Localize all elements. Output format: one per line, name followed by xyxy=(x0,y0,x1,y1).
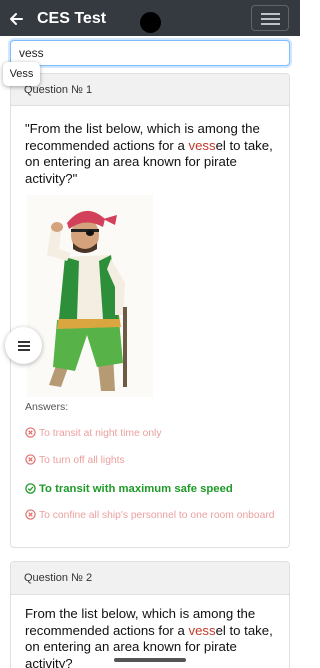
back-button[interactable] xyxy=(6,9,26,29)
autocomplete-suggestion[interactable]: Vess xyxy=(3,62,40,86)
menu-button[interactable] xyxy=(251,5,289,31)
search-highlight: vess xyxy=(188,622,216,638)
check-circle-icon xyxy=(25,483,36,494)
x-circle-icon xyxy=(25,427,36,438)
search-input[interactable] xyxy=(10,40,290,66)
answers-label: Answers: xyxy=(25,401,69,413)
question-card: Question № 1 "From the list below, which… xyxy=(10,73,290,548)
question-list-button[interactable] xyxy=(5,327,42,364)
app-title: CES Test xyxy=(37,10,107,27)
x-circle-icon xyxy=(25,454,36,465)
question-card: Question № 2 From the list below, which … xyxy=(10,561,290,668)
question-text: "From the list below, which is among the… xyxy=(25,121,273,186)
answer-option[interactable]: To transit at night time only xyxy=(25,427,161,441)
x-circle-icon xyxy=(25,509,36,520)
home-indicator xyxy=(114,658,186,662)
answer-option[interactable]: To confine all ship's personnel to one r… xyxy=(25,509,275,523)
answer-option[interactable]: To turn off all lights xyxy=(25,454,125,468)
arrow-left-icon xyxy=(10,13,23,25)
camera-cutout xyxy=(140,12,161,33)
question-header: Question № 1 xyxy=(11,74,289,106)
search-highlight: vess xyxy=(188,137,216,153)
list-icon xyxy=(18,341,30,343)
answer-option-correct[interactable]: To transit with maximum safe speed xyxy=(25,482,233,496)
hamburger-icon xyxy=(261,13,280,15)
question-header: Question № 2 xyxy=(11,562,289,595)
app-bar: CES Test xyxy=(0,0,300,36)
pirate-illustration xyxy=(27,195,153,397)
